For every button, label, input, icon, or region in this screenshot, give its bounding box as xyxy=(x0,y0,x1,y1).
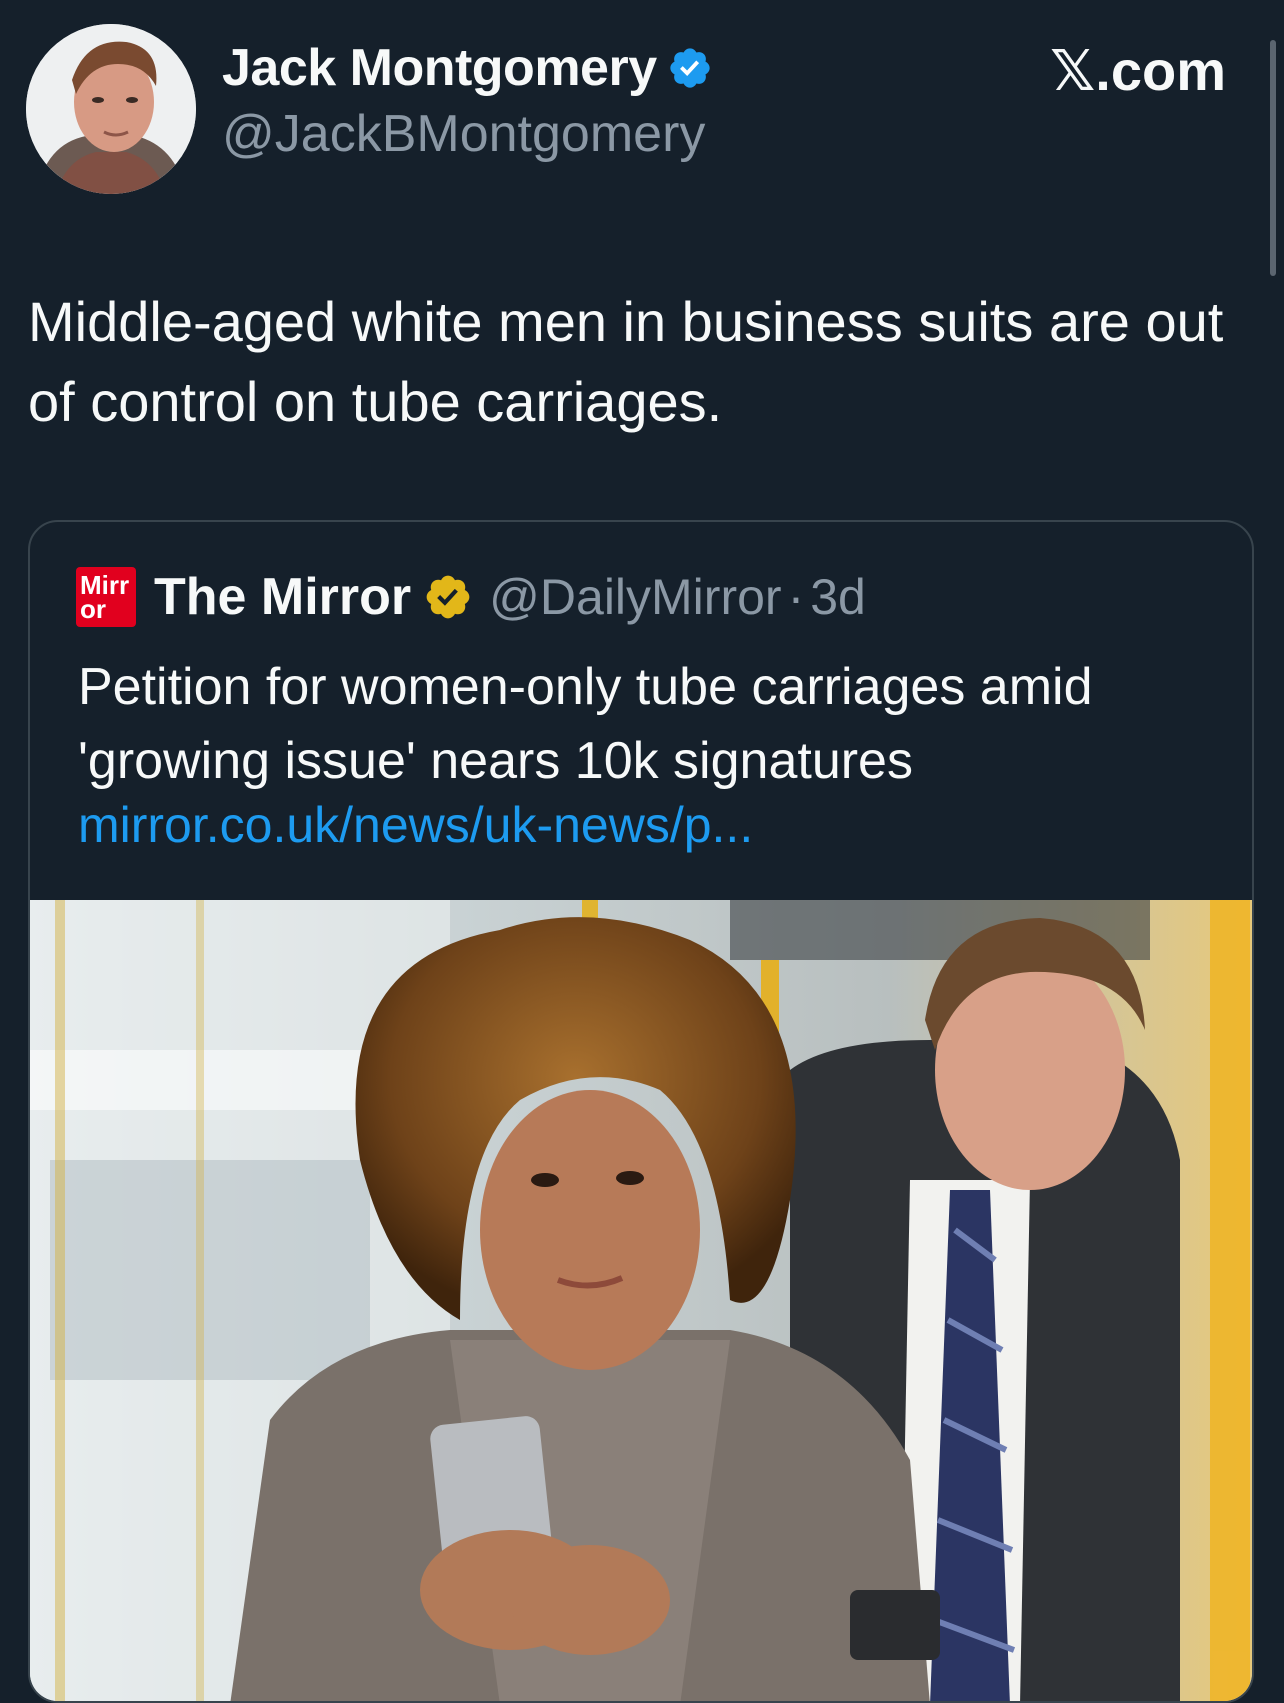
quoted-tweet-link[interactable]: mirror.co.uk/news/uk-news/p... xyxy=(78,796,753,854)
author-avatar[interactable] xyxy=(26,24,196,194)
tube-carriage-photo xyxy=(30,900,1252,1701)
author-handle[interactable]: @JackBMontgomery xyxy=(222,104,705,164)
separator-dot: · xyxy=(787,569,805,625)
mirror-logo-icon[interactable]: Mirr or xyxy=(76,567,136,627)
author-name-text[interactable]: Jack Montgomery xyxy=(222,38,657,98)
verified-badge-icon xyxy=(669,48,710,88)
watermark-suffix: .com xyxy=(1095,39,1226,102)
author-name[interactable]: Jack Montgomery xyxy=(222,38,713,98)
x-logo-icon: 𝕏 xyxy=(1050,39,1096,104)
quoted-author-handle[interactable]: @DailyMirror xyxy=(489,568,781,626)
gold-verified-badge-icon xyxy=(426,575,470,619)
mirror-logo-line2: or xyxy=(80,594,106,624)
avatar-image xyxy=(26,24,196,194)
quoted-tweet-time[interactable]: 3d xyxy=(810,568,866,626)
quoted-tweet-header: Mirr or The Mirror @DailyMirror · 3d xyxy=(76,562,866,632)
quoted-author-name[interactable]: The Mirror xyxy=(154,567,411,627)
quoted-tweet-image[interactable] xyxy=(30,900,1252,1701)
x-com-watermark: 𝕏.com xyxy=(1050,38,1226,104)
quoted-tweet-card[interactable]: Mirr or The Mirror @DailyMirror · 3d Pet… xyxy=(28,520,1254,1703)
tweet-text: Middle-aged white men in business suits … xyxy=(28,290,1224,433)
quoted-tweet-text: Petition for women-only tube carriages a… xyxy=(78,658,1093,790)
scrollbar[interactable] xyxy=(1270,40,1276,276)
